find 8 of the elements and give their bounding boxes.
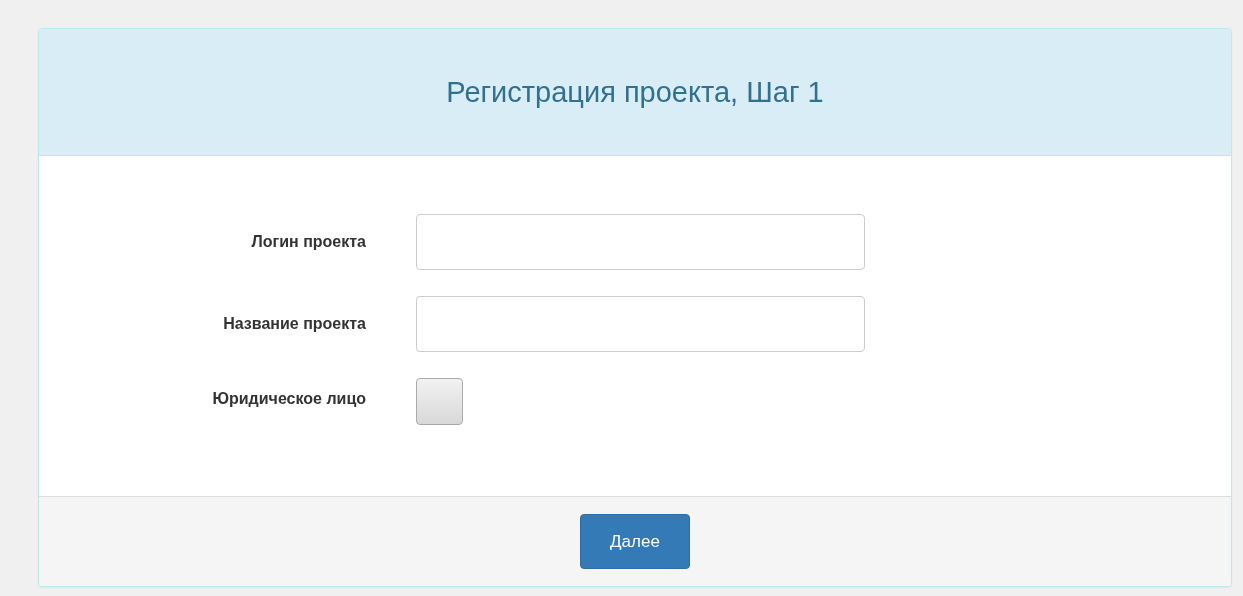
- input-field[interactable]: [416, 214, 865, 270]
- panel-title: Регистрация проекта, Шаг 1: [446, 75, 824, 109]
- field-label: Название проекта: [222, 315, 367, 333]
- next-button[interactable]: Далее: [580, 514, 690, 569]
- field-label: Юридическое лицо: [211, 389, 367, 408]
- checkbox[interactable]: [416, 378, 463, 425]
- field-label: Логин проекта: [250, 233, 367, 251]
- input-field[interactable]: [416, 296, 865, 352]
